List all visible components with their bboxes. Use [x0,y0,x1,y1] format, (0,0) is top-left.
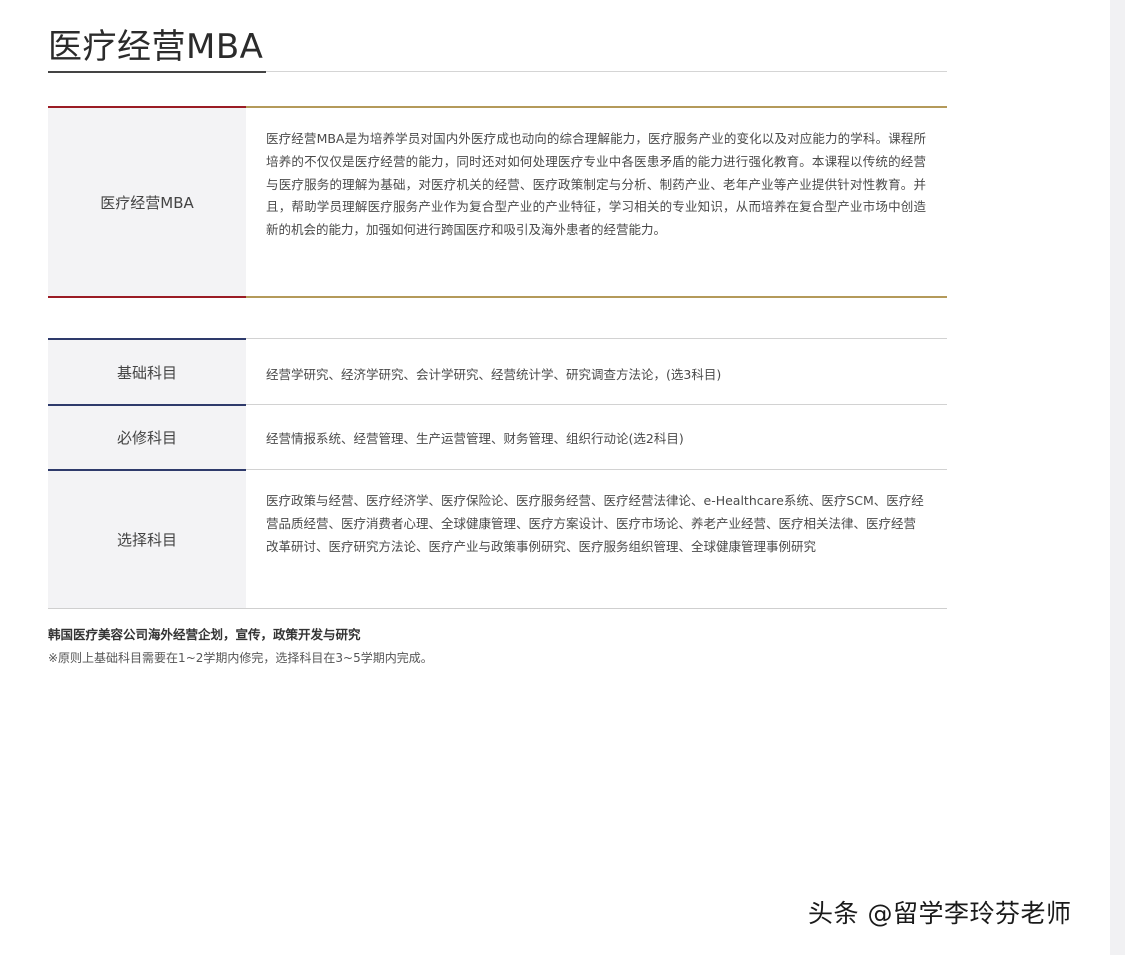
source-watermark: 头条 @留学李玲芬老师 [808,899,1072,928]
footnote-highlight: 韩国医疗美容公司海外经营企划，宣传，政策开发与研究 [48,627,361,642]
curriculum-row-required: 必修科目 经营情报系统、经营管理、生产运营管理、财务管理、组织行动论(选2科目) [48,406,947,469]
curriculum-row-border [246,469,947,470]
footnote-note: ※原则上基础科目需要在1~2学期内修完，选择科目在3~5学期内完成。 [48,651,433,665]
intro-table: 医疗经营MBA 医疗经营MBA是为培养学员对国内外医疗成也动向的综合理解能力，医… [48,106,947,298]
title-divider [266,71,947,72]
title-underline [48,71,266,73]
curriculum-label-required: 必修科目 [48,406,246,469]
curriculum-content-basic: 经营学研究、经济学研究、会计学研究、经营统计学、研究调查方法论，(选3科目) [266,367,722,382]
page-title: 医疗经营MBA [48,27,264,67]
intro-bottom-border-accent [48,296,246,298]
curriculum-content-elective: 医疗政策与经营、医疗经济学、医疗保险论、医疗服务经营、医疗经营法律论、e-Hea… [266,493,924,554]
curriculum-label-elective: 选择科目 [48,471,246,608]
curriculum-row-border [246,404,947,405]
curriculum-bottom-border [48,608,947,609]
curriculum-table: 基础科目 经营学研究、经济学研究、会计学研究、经营统计学、研究调查方法论，(选3… [48,338,947,609]
intro-top-border [246,106,947,108]
intro-description: 医疗经营MBA是为培养学员对国内外医疗成也动向的综合理解能力，医疗服务产业的变化… [266,131,926,238]
curriculum-row-basic: 基础科目 经营学研究、经济学研究、会计学研究、经营统计学、研究调查方法论，(选3… [48,340,947,404]
curriculum-row-border [246,338,947,339]
intro-bottom-border [246,296,947,298]
curriculum-row-elective: 选择科目 医疗政策与经营、医疗经济学、医疗保险论、医疗服务经营、医疗经营法律论、… [48,471,947,608]
intro-label-cell: 医疗经营MBA [48,108,246,296]
curriculum-label-basic: 基础科目 [48,340,246,404]
curriculum-content-required: 经营情报系统、经营管理、生产运营管理、财务管理、组织行动论(选2科目) [266,431,684,446]
scrollbar[interactable] [1110,0,1125,955]
